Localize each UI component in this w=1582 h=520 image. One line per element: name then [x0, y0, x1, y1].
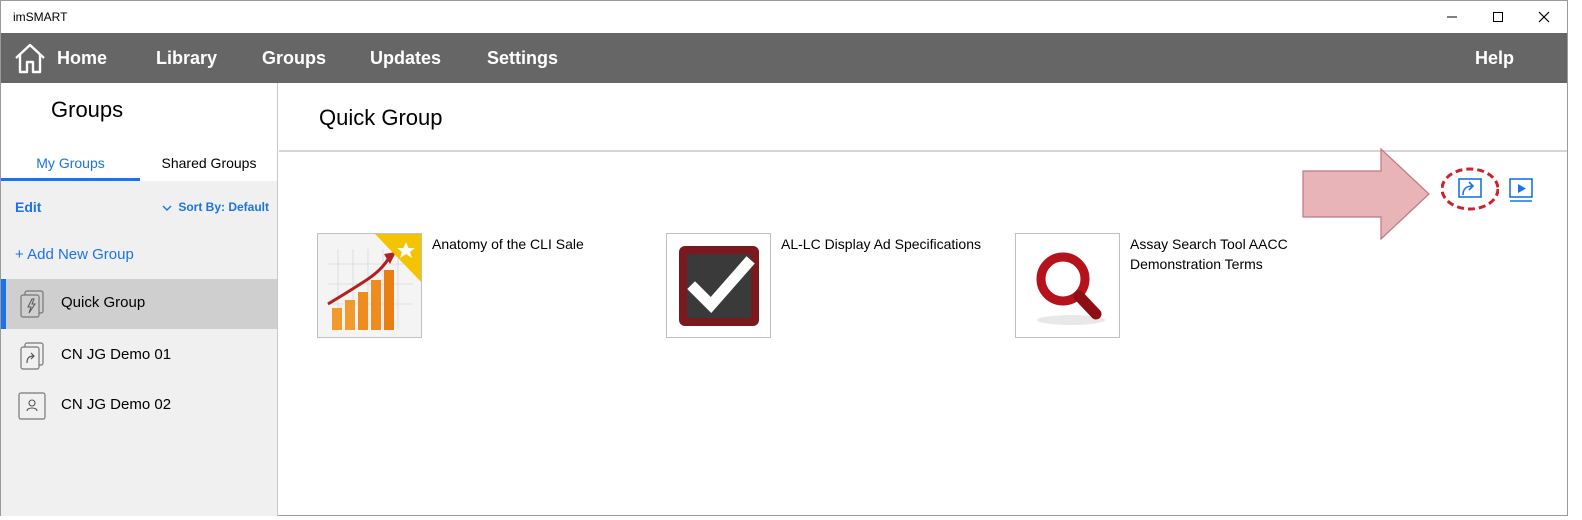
- person-doc-icon: [18, 392, 46, 420]
- shared-doc-icon: [20, 342, 44, 370]
- sidebar-item-label: CN JG Demo 01: [61, 346, 172, 363]
- document-title: Assay Search Tool AACC Demonstration Ter…: [1130, 236, 1288, 272]
- tab-shared-groups[interactable]: Shared Groups: [140, 145, 278, 181]
- close-button[interactable]: [1521, 1, 1567, 33]
- maximize-button[interactable]: [1475, 1, 1521, 33]
- main-panel: Quick Group Anatomy of the CLI Sale AL-L…: [279, 83, 1567, 515]
- chevron-down-icon: [162, 205, 172, 211]
- app-title: imSMART: [13, 10, 68, 24]
- nav-bar: Home Library Groups Updates Settings Hel…: [1, 33, 1567, 83]
- sidebar-item-label: Quick Group: [61, 294, 146, 311]
- nav-library[interactable]: Library: [156, 33, 217, 83]
- sidebar: Groups My Groups Shared Groups Edit Sort…: [1, 83, 278, 516]
- minimize-button[interactable]: [1429, 1, 1475, 33]
- sidebar-item-cn-jg-demo-02[interactable]: CN JG Demo 02: [1, 381, 277, 431]
- document-tile[interactable]: Anatomy of the CLI Sale: [317, 233, 647, 339]
- sidebar-title: Groups: [51, 97, 124, 122]
- nav-settings[interactable]: Settings: [487, 33, 558, 83]
- share-icon: [1440, 167, 1500, 211]
- document-tile[interactable]: Assay Search Tool AACC Demonstration Ter…: [1015, 233, 1345, 339]
- document-title: Anatomy of the CLI Sale: [432, 236, 584, 252]
- title-bar: imSMART: [1, 1, 1567, 33]
- home-icon[interactable]: [13, 41, 47, 75]
- sidebar-item-quick-group[interactable]: Quick Group: [1, 279, 277, 329]
- pointer-arrow-annotation: [1302, 147, 1430, 241]
- growth-chart-thumbnail: [317, 233, 422, 338]
- sort-value: Default: [228, 200, 269, 214]
- nav-help[interactable]: Help: [1475, 33, 1514, 83]
- sidebar-item-label: CN JG Demo 02: [61, 396, 172, 413]
- quick-group-icon: [20, 290, 44, 318]
- document-title: AL-LC Display Ad Specifications: [781, 236, 981, 252]
- nav-updates[interactable]: Updates: [370, 33, 441, 83]
- sort-dropdown[interactable]: Sort By: Default: [162, 200, 269, 214]
- document-tile[interactable]: AL-LC Display Ad Specifications: [666, 233, 996, 339]
- magnifier-thumbnail: [1015, 233, 1120, 338]
- minimize-icon: [1447, 16, 1457, 18]
- close-icon: [1538, 11, 1550, 23]
- checkmark-thumbnail: [666, 233, 771, 338]
- nav-groups[interactable]: Groups: [262, 33, 326, 83]
- sidebar-item-cn-jg-demo-01[interactable]: CN JG Demo 01: [1, 331, 277, 381]
- tab-my-groups[interactable]: My Groups: [1, 145, 140, 181]
- share-button[interactable]: [1440, 167, 1500, 211]
- maximize-icon: [1493, 12, 1503, 22]
- sort-label: Sort By:: [178, 200, 225, 214]
- play-icon: [1509, 178, 1533, 202]
- app-window: imSMART Home Library Groups Updates Sett…: [0, 0, 1568, 516]
- play-button[interactable]: [1507, 175, 1535, 205]
- sidebar-header: Groups My Groups Shared Groups: [1, 83, 277, 181]
- add-new-group-button[interactable]: + Add New Group: [15, 246, 134, 263]
- edit-button[interactable]: Edit: [15, 199, 41, 215]
- nav-home[interactable]: Home: [57, 33, 107, 83]
- page-title: Quick Group: [319, 105, 443, 130]
